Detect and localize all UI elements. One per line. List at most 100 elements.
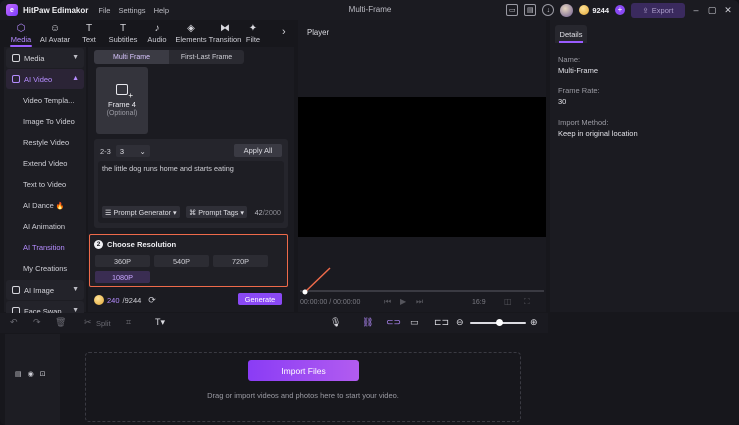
resolution-1080p[interactable]: 1080P xyxy=(95,271,150,283)
ai-image-icon xyxy=(12,286,20,294)
app-logo-icon: e xyxy=(6,4,18,16)
text-icon: T xyxy=(85,23,93,34)
menu-bar: File Settings Help xyxy=(98,6,169,15)
track-icon[interactable]: ▭ xyxy=(410,317,419,328)
maximize-icon[interactable]: ▢ xyxy=(707,5,717,16)
ripple-icon[interactable]: ⊏⊐ xyxy=(434,317,449,328)
ai-video-icon xyxy=(12,75,20,83)
text-tool-icon[interactable]: T▾ xyxy=(155,317,165,328)
sidebar: Media ▼ AI Video ▲ Video Templa... Image… xyxy=(4,47,86,321)
sidebar-item-ai-transition[interactable]: AI Transition xyxy=(4,237,86,258)
transition-icon: ⧓ xyxy=(220,23,230,34)
refresh-icon[interactable]: ⟳ xyxy=(148,295,156,306)
tab-ai-avatar[interactable]: ☺ AI Avatar xyxy=(38,22,72,46)
tab-filter[interactable]: ✦ Filte xyxy=(242,22,264,46)
sidebar-section-ai-image[interactable]: AI Image ▼ xyxy=(6,280,84,300)
sidebar-item-ai-animation[interactable]: AI Animation xyxy=(4,216,86,237)
prompt-section: 2-3 3 ⌄ Apply All the little dog runs ho… xyxy=(94,139,288,228)
minimize-icon[interactable]: – xyxy=(691,5,701,15)
next-frame-icon[interactable]: ⏭ xyxy=(416,297,423,307)
resolution-540p[interactable]: 540P xyxy=(154,255,209,267)
prompt-generator-button[interactable]: ☰ Prompt Generator ▾ xyxy=(102,206,180,218)
name-label: Name: xyxy=(558,55,581,64)
credits-value: 9244 xyxy=(592,5,609,15)
sidebar-section-media[interactable]: Media ▼ xyxy=(6,48,84,68)
import-method-value: Keep in original location xyxy=(558,129,638,138)
microphone-icon[interactable]: 🎙 xyxy=(330,317,341,328)
download-icon[interactable]: ↓ xyxy=(542,4,555,16)
crop-icon[interactable]: ⌗ xyxy=(126,317,131,328)
chevron-right-icon[interactable]: › xyxy=(282,26,286,38)
split-icon[interactable]: ✂ xyxy=(84,317,92,328)
sidebar-item-video-templates[interactable]: Video Templa... xyxy=(4,90,86,111)
sidebar-item-restyle-video[interactable]: Restyle Video xyxy=(4,132,86,153)
fullscreen-icon[interactable]: ⛶ xyxy=(524,297,530,307)
sidebar-item-image-to-video[interactable]: Image To Video xyxy=(4,111,86,132)
fire-icon: 🔥 xyxy=(55,202,65,210)
frame-count-select[interactable]: 3 ⌄ xyxy=(115,145,150,157)
export-button[interactable]: ⇪ Export xyxy=(631,2,685,18)
zoom-out-icon[interactable]: ⊖ xyxy=(456,317,464,328)
title-bar-actions: ▭ ▤ ↓ 9244 + ⇪ Export – ▢ ✕ xyxy=(506,2,733,18)
annotation-arrow-dot xyxy=(302,289,308,295)
snapshot-icon[interactable]: ◫ xyxy=(504,297,512,306)
resolution-section: 2 Choose Resolution 360P 540P 720P 1080P xyxy=(89,234,288,287)
frame-upload-card[interactable]: Frame 4 (Optional) xyxy=(96,67,148,134)
import-method-label: Import Method: xyxy=(558,118,609,127)
close-icon[interactable]: ✕ xyxy=(723,5,733,16)
prompt-tags-button[interactable]: ⌘ Prompt Tags ▾ xyxy=(186,206,248,218)
app-window: e HitPaw Edimakor File Settings Help Mul… xyxy=(0,0,739,425)
tab-multi-frame[interactable]: Multi Frame xyxy=(94,50,169,64)
chevron-up-icon: ▲ xyxy=(72,75,79,82)
chat-icon[interactable]: ▤ xyxy=(524,4,537,16)
tab-subtitles[interactable]: T Subtitles xyxy=(106,22,140,46)
undo-icon[interactable]: ↶ xyxy=(10,317,18,328)
delete-icon[interactable]: 🗑 xyxy=(55,317,66,328)
media-folder-icon xyxy=(12,54,20,62)
generate-button[interactable]: Generate xyxy=(238,293,282,305)
aspect-ratio[interactable]: 16:9 xyxy=(472,299,486,306)
sidebar-item-my-creations[interactable]: My Creations xyxy=(4,258,86,279)
lock-icon[interactable]: ⊡ xyxy=(40,370,46,378)
tab-first-last-frame[interactable]: First-Last Frame xyxy=(169,50,244,64)
user-avatar[interactable] xyxy=(560,3,574,17)
sidebar-item-extend-video[interactable]: Extend Video xyxy=(4,153,86,174)
subscription-icon[interactable]: ▭ xyxy=(506,4,519,16)
menu-file[interactable]: File xyxy=(98,6,110,15)
visibility-icon[interactable]: ◉ xyxy=(28,370,34,378)
resolution-360p[interactable]: 360P xyxy=(95,255,150,267)
app-name: HitPaw Edimakor xyxy=(23,5,89,15)
add-credits-button[interactable]: + xyxy=(615,5,625,15)
tab-media[interactable]: ⬡ Media xyxy=(4,22,38,47)
menu-settings[interactable]: Settings xyxy=(118,6,145,15)
resolution-720p[interactable]: 720P xyxy=(213,255,268,267)
prev-frame-icon[interactable]: ⏮ xyxy=(384,297,391,307)
sidebar-section-ai-video[interactable]: AI Video ▲ xyxy=(6,69,84,89)
link-icon[interactable]: ⛓ xyxy=(362,317,373,328)
track-icon[interactable]: ▤ xyxy=(15,370,22,378)
tab-elements[interactable]: ◈ Elements xyxy=(174,22,208,46)
zoom-in-icon[interactable]: ⊕ xyxy=(530,317,538,328)
sidebar-item-ai-dance[interactable]: AI Dance 🔥 xyxy=(4,195,86,216)
track-header: ▤ ◉ ⊡ xyxy=(5,334,60,425)
playback-progress-bar[interactable] xyxy=(300,290,544,292)
tab-audio[interactable]: ♪ Audio xyxy=(140,22,174,46)
play-icon[interactable]: ▶ xyxy=(400,297,406,306)
magnet-icon[interactable]: ⊂⊃ xyxy=(386,317,401,328)
prompt-input[interactable]: the little dog runs home and starts eati… xyxy=(98,161,284,223)
zoom-slider-handle[interactable] xyxy=(496,319,503,326)
media-icon: ⬡ xyxy=(16,23,26,34)
import-files-button[interactable]: Import Files xyxy=(248,360,359,381)
tab-transition[interactable]: ⧓ Transition xyxy=(208,22,242,46)
tab-details[interactable]: Details xyxy=(555,25,587,43)
frame-range-label: 2-3 xyxy=(100,146,111,156)
caret-down-icon: ▾ xyxy=(240,207,245,217)
tab-text[interactable]: T Text xyxy=(72,22,106,46)
redo-icon[interactable]: ↷ xyxy=(33,317,41,328)
sidebar-item-text-to-video[interactable]: Text to Video xyxy=(4,174,86,195)
caret-down-icon: ▾ xyxy=(172,207,177,217)
apply-all-button[interactable]: Apply All xyxy=(234,144,282,157)
name-value: Multi-Frame xyxy=(558,66,599,75)
media-drop-zone[interactable]: Import Files Drag or import videos and p… xyxy=(85,352,521,422)
menu-help[interactable]: Help xyxy=(154,6,169,15)
